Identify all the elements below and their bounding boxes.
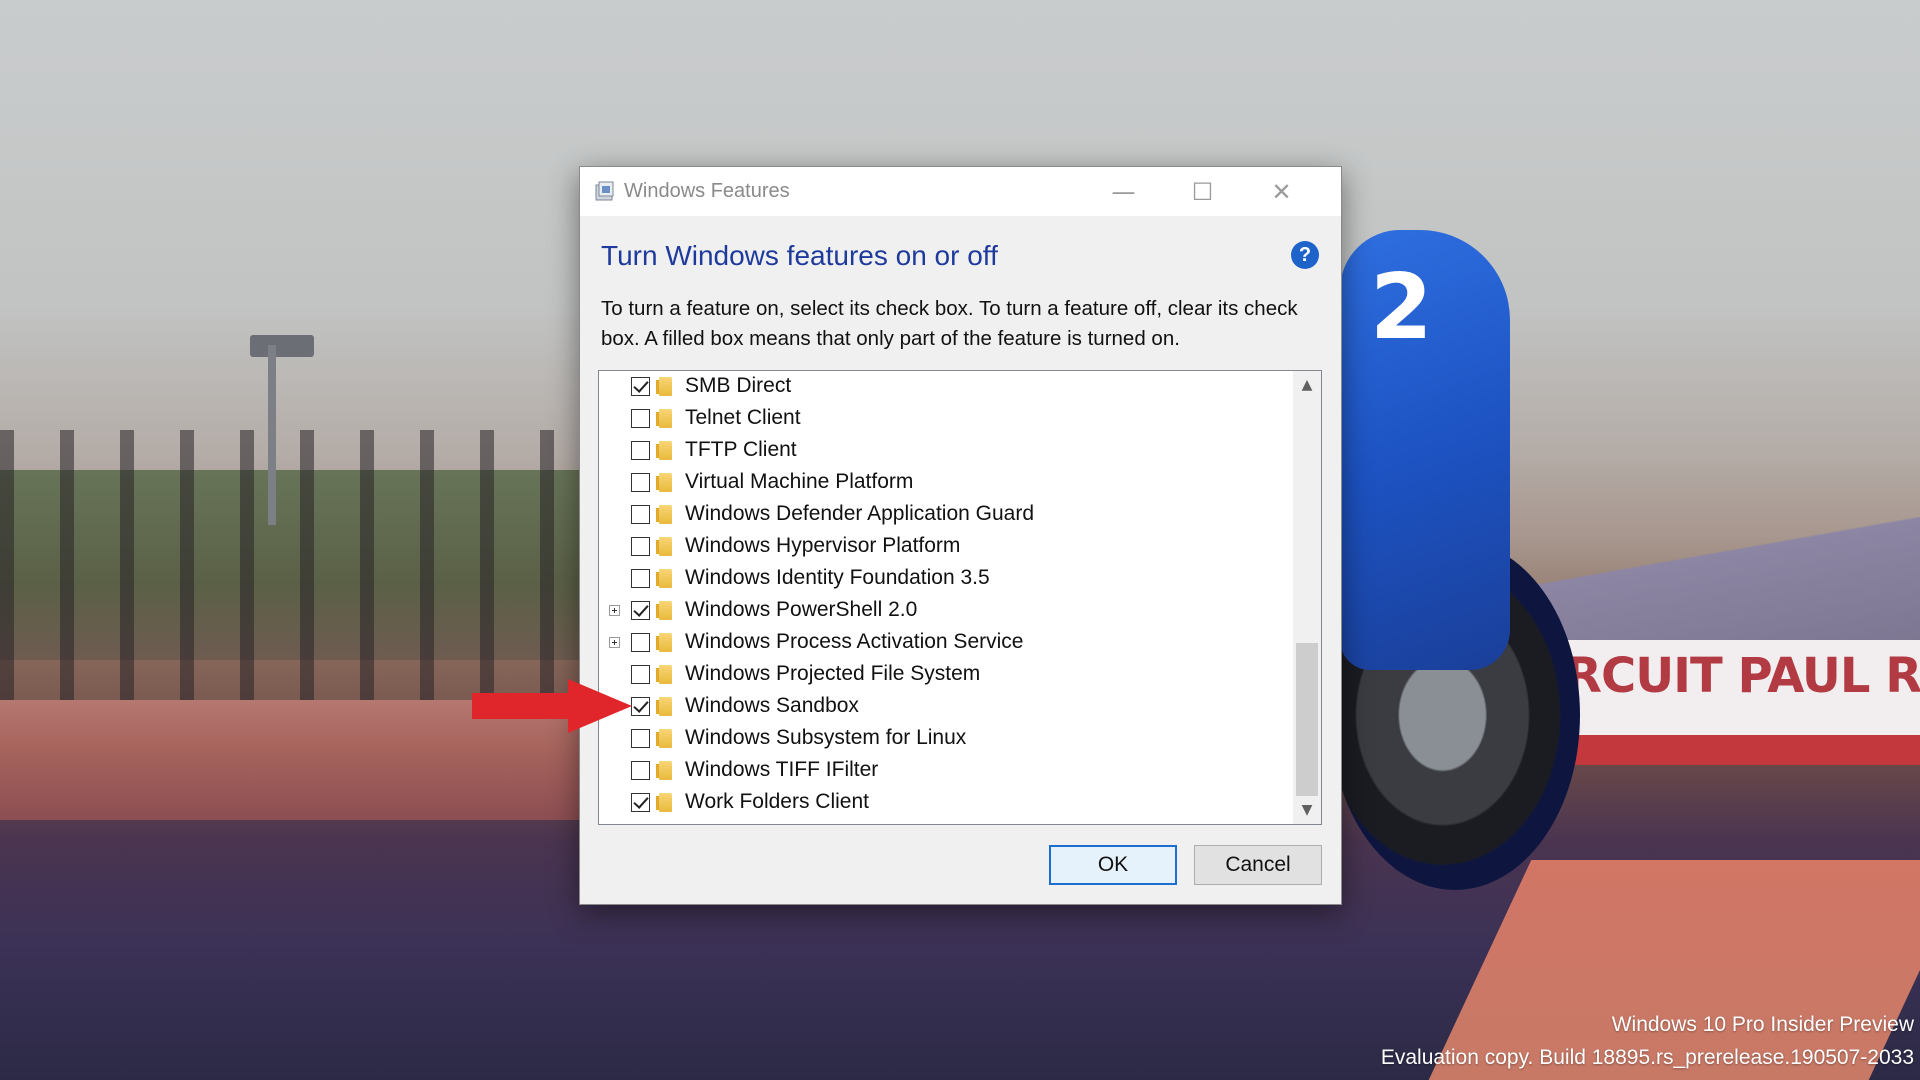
ok-button[interactable]: OK: [1049, 845, 1177, 885]
watermark-build: Evaluation copy. Build 18895.rs_prerelea…: [1380, 1046, 1914, 1069]
feature-row[interactable]: Work Folders Client: [599, 787, 1289, 819]
feature-row[interactable]: SMB Direct: [599, 371, 1289, 403]
feature-label: TFTP Client: [685, 438, 797, 461]
feature-checkbox[interactable]: [631, 665, 650, 684]
expand-icon[interactable]: [609, 637, 620, 648]
features-list[interactable]: SMB Direct Telnet Client TFTP Client Virtua…: [598, 370, 1322, 825]
folder-icon: [656, 473, 672, 492]
feature-checkbox[interactable]: [631, 537, 650, 556]
feature-label: Windows Defender Application Guard: [685, 502, 1035, 525]
folder-icon: [656, 633, 672, 652]
feature-checkbox[interactable]: [631, 761, 650, 780]
windows-watermark: Windows 10 Pro Insider Preview Evaluatio…: [1381, 1008, 1914, 1074]
cancel-button[interactable]: Cancel: [1194, 845, 1322, 885]
feature-checkbox[interactable]: [631, 697, 650, 716]
feature-row[interactable]: Windows PowerShell 2.0: [599, 595, 1289, 627]
feature-label: Windows Process Activation Service: [685, 630, 1024, 653]
chevron-up-icon: ▲: [1301, 377, 1313, 393]
dialog-description: To turn a feature on, select its check b…: [601, 297, 1298, 350]
feature-checkbox[interactable]: [631, 473, 650, 492]
folder-icon: [656, 793, 672, 812]
feature-label: Virtual Machine Platform: [685, 470, 914, 493]
feature-row[interactable]: Windows TIFF IFilter: [599, 755, 1289, 787]
minimize-button[interactable]: —: [1084, 167, 1163, 216]
wallpaper-bike-number: 2: [1370, 255, 1433, 360]
feature-checkbox[interactable]: [631, 729, 650, 748]
folder-icon: [656, 441, 672, 460]
wallpaper-fence: [0, 430, 580, 700]
red-arrow-annotation: [472, 679, 632, 733]
feature-checkbox[interactable]: [631, 505, 650, 524]
feature-row[interactable]: Windows Sandbox: [599, 691, 1289, 723]
feature-label: Windows Hypervisor Platform: [685, 534, 961, 557]
feature-row[interactable]: Virtual Machine Platform: [599, 467, 1289, 499]
feature-label: Telnet Client: [685, 406, 801, 429]
folder-icon: [656, 569, 672, 588]
feature-row[interactable]: TFTP Client: [599, 435, 1289, 467]
feature-row[interactable]: Telnet Client: [599, 403, 1289, 435]
watermark-edition: Windows 10 Pro Insider Preview: [1611, 1013, 1914, 1036]
feature-label: Windows Sandbox: [685, 694, 859, 717]
feature-label: Windows Identity Foundation 3.5: [685, 566, 990, 589]
folder-icon: [656, 505, 672, 524]
expand-icon[interactable]: [609, 605, 620, 616]
feature-label: Windows TIFF IFilter: [685, 758, 879, 781]
close-button[interactable]: ✕: [1242, 167, 1321, 216]
vertical-scrollbar[interactable]: ▲ ▼: [1293, 371, 1321, 824]
feature-row[interactable]: Windows Process Activation Service: [599, 627, 1289, 659]
feature-label: Windows Subsystem for Linux: [685, 726, 967, 749]
feature-label: Windows PowerShell 2.0: [685, 598, 918, 621]
folder-icon: [656, 761, 672, 780]
maximize-icon: ☐: [1191, 177, 1214, 206]
scroll-down-button[interactable]: ▼: [1293, 796, 1321, 824]
feature-checkbox[interactable]: [631, 569, 650, 588]
feature-row[interactable]: Windows Subsystem for Linux: [599, 723, 1289, 755]
window-title: Windows Features: [624, 180, 790, 202]
chevron-down-icon: ▼: [1301, 802, 1313, 818]
feature-row[interactable]: Windows Identity Foundation 3.5: [599, 563, 1289, 595]
folder-icon: [656, 537, 672, 556]
feature-row[interactable]: Windows Defender Application Guard: [599, 499, 1289, 531]
maximize-button[interactable]: ☐: [1163, 167, 1242, 216]
features-tree: SMB Direct Telnet Client TFTP Client Virtua…: [599, 371, 1289, 819]
feature-row[interactable]: Windows Projected File System: [599, 659, 1289, 691]
windows-features-icon: [595, 181, 614, 201]
folder-icon: [656, 665, 672, 684]
folder-icon: [656, 697, 672, 716]
wallpaper-banner-text: RCUIT PAUL RI: [1565, 648, 1920, 704]
feature-checkbox[interactable]: [631, 409, 650, 428]
feature-checkbox[interactable]: [631, 441, 650, 460]
wallpaper-light-pole-head: [250, 335, 314, 357]
folder-icon: [656, 601, 672, 620]
wallpaper-banner-stripe: [1560, 735, 1920, 765]
folder-icon: [656, 729, 672, 748]
minimize-icon: —: [1111, 177, 1136, 206]
feature-checkbox[interactable]: [631, 793, 650, 812]
folder-icon: [656, 377, 672, 396]
feature-checkbox[interactable]: [631, 377, 650, 396]
folder-icon: [656, 409, 672, 428]
feature-label: Windows Projected File System: [685, 662, 981, 685]
feature-label: Work Folders Client: [685, 790, 869, 813]
feature-row[interactable]: Windows Hypervisor Platform: [599, 531, 1289, 563]
feature-checkbox[interactable]: [631, 601, 650, 620]
feature-checkbox[interactable]: [631, 633, 650, 652]
wallpaper-light-pole: [268, 345, 276, 525]
close-icon: ✕: [1271, 177, 1292, 206]
title-bar[interactable]: Windows Features — ☐ ✕: [580, 167, 1341, 216]
windows-features-dialog: Windows Features — ☐ ✕ Turn Windows feat…: [579, 166, 1342, 905]
scroll-thumb[interactable]: [1296, 643, 1318, 796]
help-icon[interactable]: ?: [1291, 241, 1319, 269]
feature-label: SMB Direct: [685, 374, 792, 397]
scroll-up-button[interactable]: ▲: [1293, 371, 1321, 399]
dialog-heading: Turn Windows features on or off: [601, 240, 998, 271]
